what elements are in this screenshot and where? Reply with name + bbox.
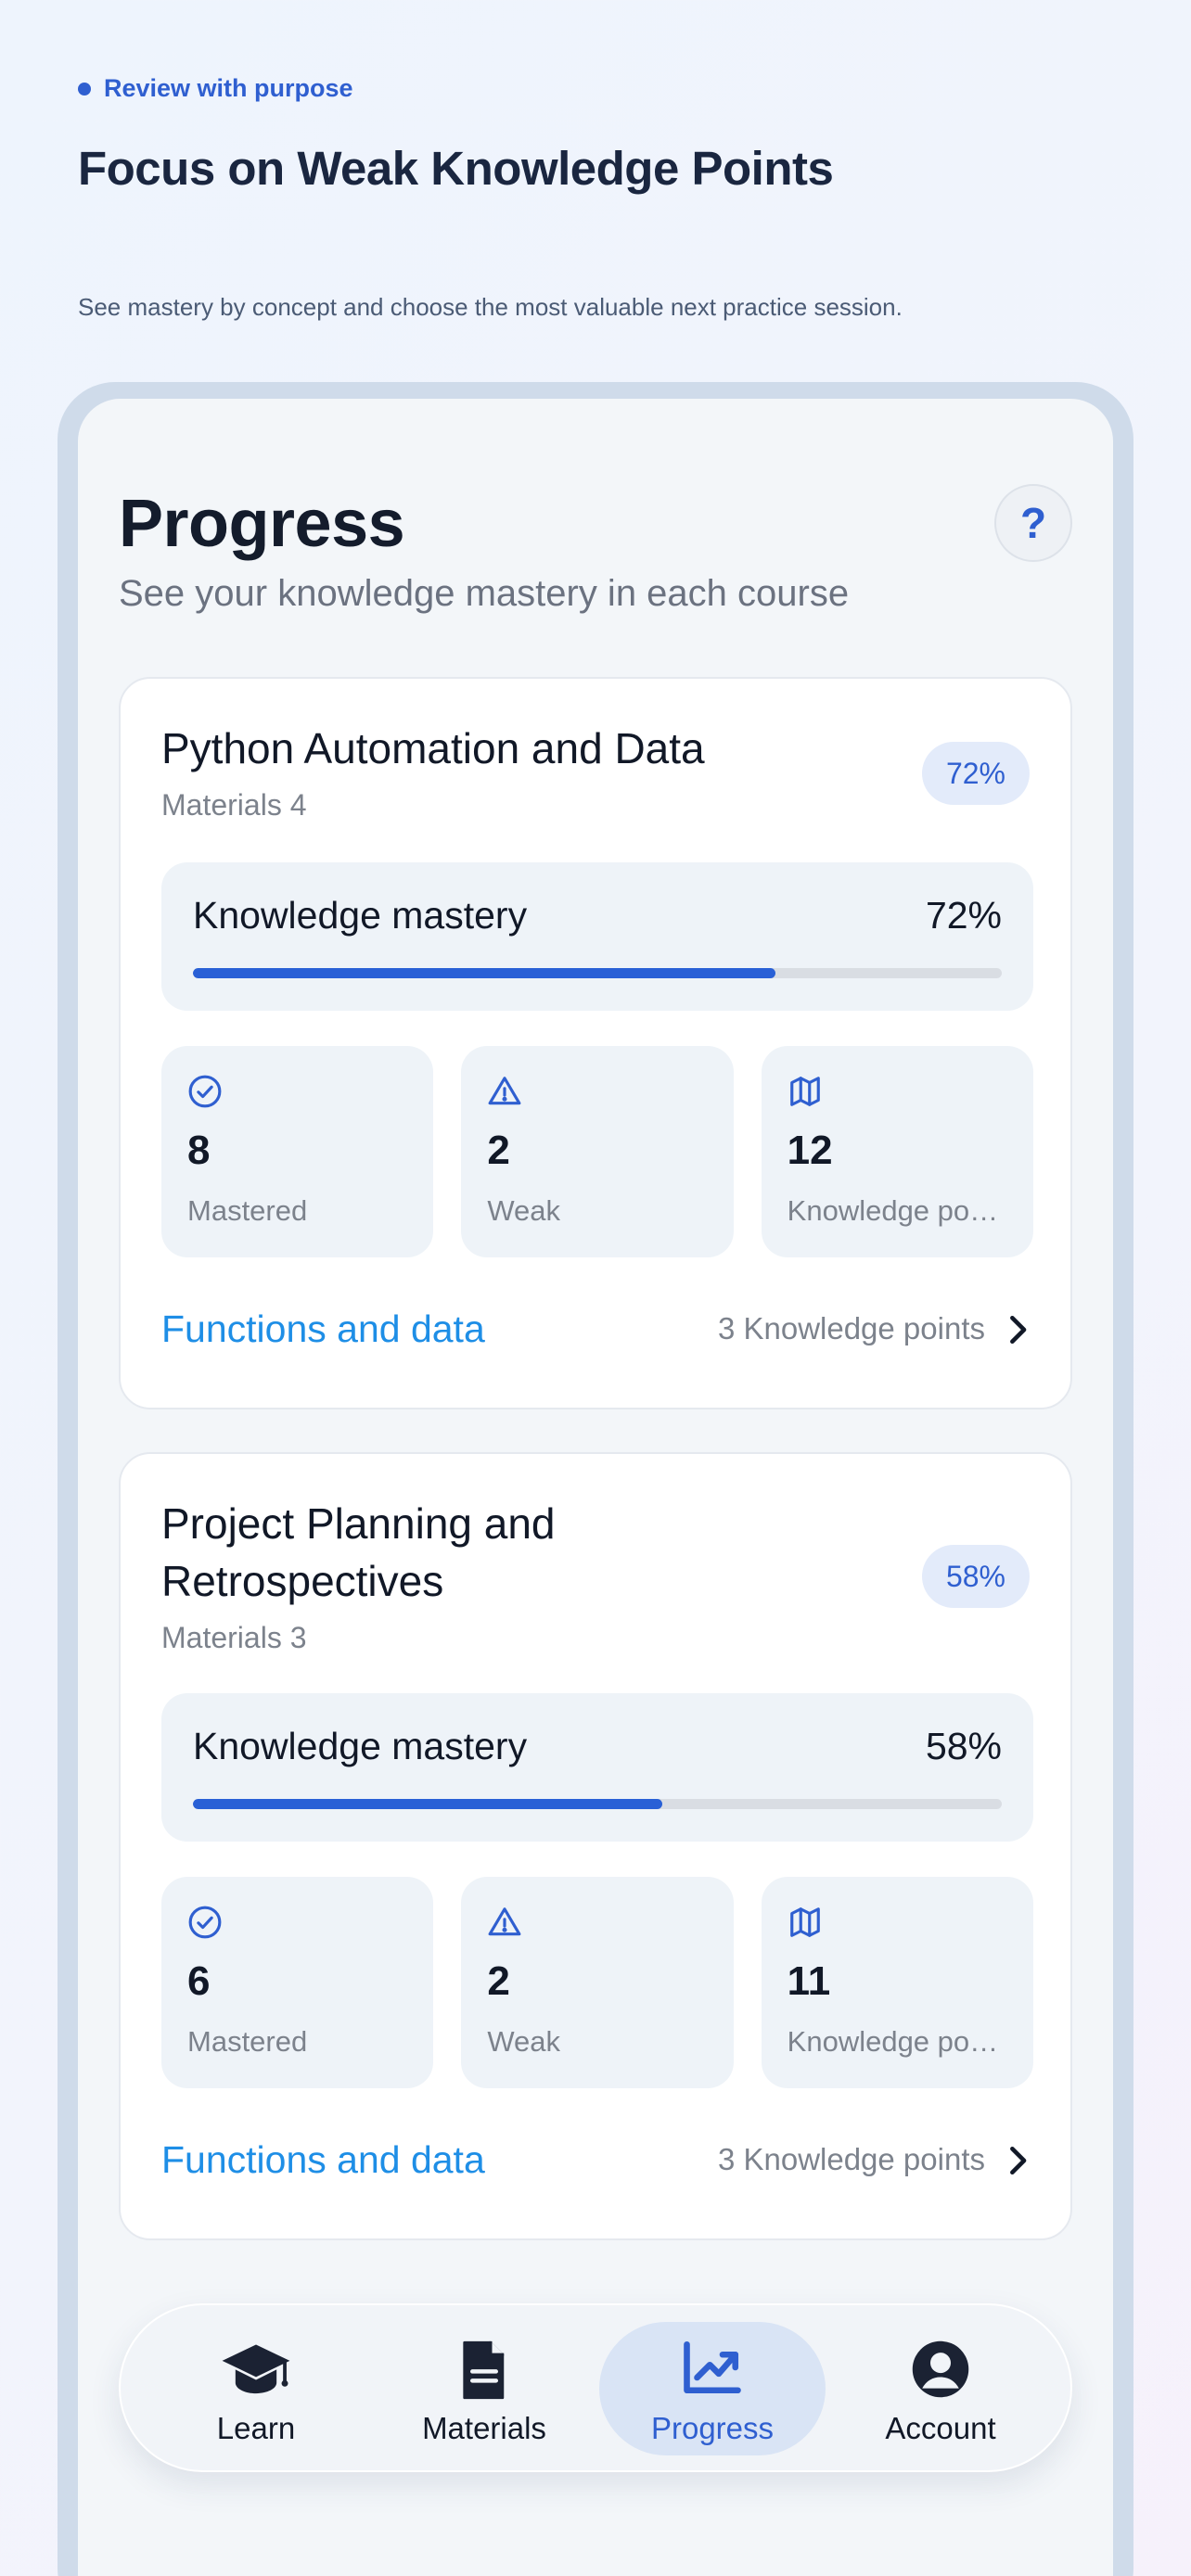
materials-count: Materials 3 xyxy=(161,1621,307,1654)
warning-triangle-icon xyxy=(488,1907,521,1936)
mastery-label: Knowledge mastery xyxy=(193,1725,528,1767)
mastery-progress-bar xyxy=(193,1799,1002,1809)
tab-learn[interactable]: Learn xyxy=(143,2322,369,2455)
hero-description: See mastery by concept and choose the mo… xyxy=(78,293,903,321)
stat-mastered: 6 Mastered xyxy=(161,1877,434,2088)
topic-row[interactable]: Functions and data 3 Knowledge points xyxy=(161,2133,1033,2188)
mastery-progress-fill xyxy=(193,968,775,978)
hero-title: Focus on Weak Knowledge Points xyxy=(78,142,834,195)
stat-label: Weak xyxy=(487,1194,561,1227)
stat-label: Knowledge po… xyxy=(787,2025,999,2058)
mastery-panel: Knowledge mastery 72% xyxy=(161,862,1033,1011)
stat-value: 2 xyxy=(487,1128,510,1173)
graduation-cap-icon xyxy=(222,2344,290,2394)
page-title: Progress xyxy=(119,487,405,561)
phone-frame: Progress See your knowledge mastery in e… xyxy=(58,382,1133,2576)
stat-label: Mastered xyxy=(187,2025,308,2058)
check-circle-icon xyxy=(188,1075,222,1108)
mastery-label: Knowledge mastery xyxy=(193,894,528,937)
eyebrow-label: Review with purpose xyxy=(104,74,353,102)
topic-row[interactable]: Functions and data 3 Knowledge points xyxy=(161,1302,1033,1358)
stat-knowledge-points: 11 Knowledge po… xyxy=(761,1877,1033,2088)
course-name: Python Automation and Data xyxy=(161,724,705,772)
tab-label: Account xyxy=(885,2411,996,2445)
stats-row: 6 Mastered 2 Weak 11 Knowledge po… xyxy=(161,1877,1033,2088)
tab-materials[interactable]: Materials xyxy=(371,2322,597,2455)
stat-weak: 2 Weak xyxy=(461,1877,734,2088)
course-card[interactable]: Python Automation and Data Materials 4 7… xyxy=(119,677,1072,1409)
stat-value: 12 xyxy=(787,1128,833,1173)
materials-count: Materials 4 xyxy=(161,788,307,822)
mastery-progress-fill xyxy=(193,1799,662,1809)
eyebrow: Review with purpose xyxy=(78,74,353,103)
bottom-tab-bar: Learn Materials Progress Account xyxy=(119,2303,1072,2472)
tab-progress[interactable]: Progress xyxy=(599,2322,826,2455)
mastery-value: 58% xyxy=(925,1725,1002,1767)
user-circle-icon xyxy=(912,2340,969,2398)
topic-count: 3 Knowledge points xyxy=(717,2142,985,2176)
question-mark-icon: ? xyxy=(1019,499,1047,547)
mastery-badge: 58% xyxy=(921,1545,1030,1608)
stat-value: 6 xyxy=(187,1958,211,2004)
map-icon xyxy=(789,1907,820,1937)
check-circle-icon xyxy=(188,1906,222,1939)
map-icon xyxy=(789,1077,820,1106)
eyebrow-dot-icon xyxy=(78,82,91,96)
stat-weak: 2 Weak xyxy=(461,1046,734,1257)
mastery-badge: 72% xyxy=(921,742,1030,805)
chevron-right-icon[interactable] xyxy=(1002,2142,1033,2179)
stat-mastered: 8 Mastered xyxy=(161,1046,434,1257)
stat-label: Weak xyxy=(487,2025,561,2058)
tab-account[interactable]: Account xyxy=(827,2322,1054,2455)
stat-value: 2 xyxy=(487,1958,510,2004)
page-subtitle: See your knowledge mastery in each cours… xyxy=(119,573,850,614)
topic-count: 3 Knowledge points xyxy=(717,1311,985,1345)
tab-label: Progress xyxy=(650,2411,775,2445)
stat-label: Knowledge po… xyxy=(787,1194,999,1227)
chart-line-icon xyxy=(684,2340,741,2394)
topic-name-link[interactable]: Functions and data xyxy=(161,1307,485,1351)
mastery-value: 72% xyxy=(925,894,1002,937)
mastery-panel: Knowledge mastery 58% xyxy=(161,1693,1033,1842)
document-icon xyxy=(463,2340,505,2400)
help-button[interactable]: ? xyxy=(994,484,1072,562)
mastery-progress-bar xyxy=(193,968,1002,978)
warning-triangle-icon xyxy=(488,1077,521,1105)
app-screen: Progress See your knowledge mastery in e… xyxy=(78,399,1113,2576)
tab-label: Learn xyxy=(216,2411,296,2445)
course-card[interactable]: Project Planning and Retrospectives Mate… xyxy=(119,1452,1072,2240)
chevron-right-icon[interactable] xyxy=(1002,1311,1033,1348)
stat-knowledge-points: 12 Knowledge po… xyxy=(761,1046,1033,1257)
stat-value: 8 xyxy=(187,1128,211,1173)
stat-label: Mastered xyxy=(187,1194,308,1227)
course-name: Project Planning and Retrospectives xyxy=(161,1499,556,1605)
stat-value: 11 xyxy=(787,1958,831,2004)
stats-row: 8 Mastered 2 Weak 12 Knowledge po… xyxy=(161,1046,1033,1257)
tab-label: Materials xyxy=(422,2411,546,2445)
topic-name-link[interactable]: Functions and data xyxy=(161,2138,485,2182)
